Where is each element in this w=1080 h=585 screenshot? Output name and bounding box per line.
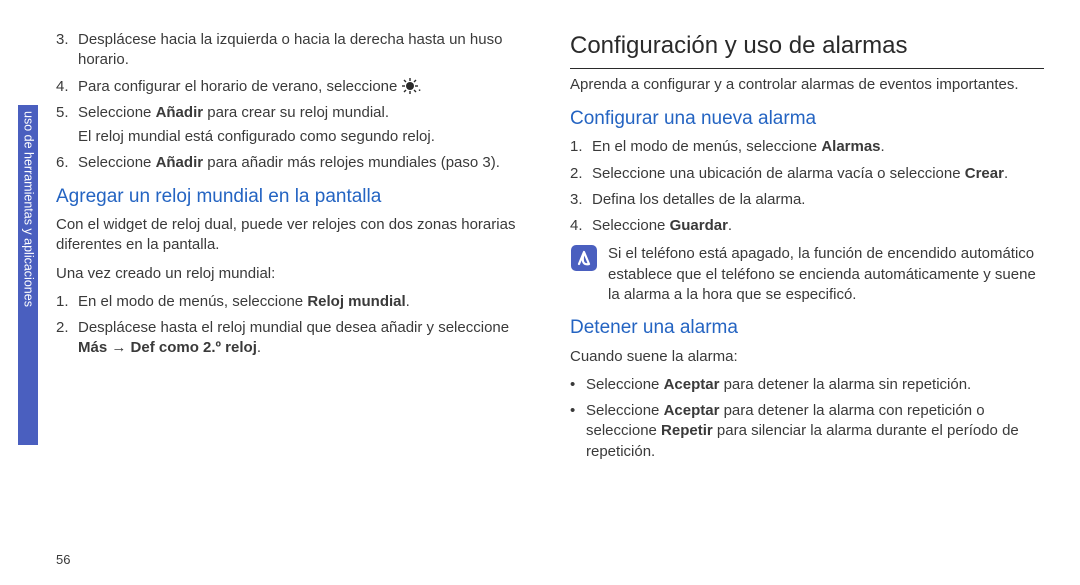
dst-sun-icon bbox=[402, 78, 418, 94]
step-number: 4. bbox=[570, 216, 592, 236]
subheading-add-world-clock: Agregar un reloj mundial en la pantalla bbox=[56, 184, 530, 210]
step-text: En el modo de menús, seleccione Alarmas. bbox=[592, 137, 1044, 157]
step-text: Para configurar el horario de verano, se… bbox=[78, 77, 530, 97]
paragraph-widget-desc: Con el widget de reloj dual, puede ver r… bbox=[56, 215, 530, 256]
bold-mas-def: Más → Def como 2.º reloj bbox=[78, 339, 257, 356]
step-number: 4. bbox=[56, 77, 78, 97]
paragraph-once-created: Una vez creado un reloj mundial: bbox=[56, 264, 530, 284]
sub-step-1: 1. En el modo de menús, seleccione Reloj… bbox=[56, 292, 530, 312]
alarm-step-1: 1. En el modo de menús, seleccione Alarm… bbox=[570, 137, 1044, 157]
step-5-note: El reloj mundial está configurado como s… bbox=[78, 127, 530, 147]
world-clock-steps-continued: 3. Desplácese hacia la izquierda o hacia… bbox=[56, 30, 530, 123]
step-4: 4. Para configurar el horario de verano,… bbox=[56, 77, 530, 97]
step-number: 3. bbox=[56, 30, 78, 71]
subheading-stop-alarm: Detener una alarma bbox=[570, 315, 1044, 341]
step-text-before: Para configurar el horario de verano, se… bbox=[78, 78, 402, 95]
configure-alarm-steps: 1. En el modo de menús, seleccione Alarm… bbox=[570, 137, 1044, 236]
add-world-clock-steps: 1. En el modo de menús, seleccione Reloj… bbox=[56, 292, 530, 359]
alarm-step-3: 3. Defina los detalles de la alarma. bbox=[570, 190, 1044, 210]
alarm-step-2: 2. Seleccione una ubicación de alarma va… bbox=[570, 164, 1044, 184]
step-text: En el modo de menús, seleccione Reloj mu… bbox=[78, 292, 530, 312]
bold-aceptar: Aceptar bbox=[664, 376, 720, 393]
bullet-stop-snooze: Seleccione Aceptar para detener la alarm… bbox=[570, 401, 1044, 462]
bold-anadir: Añadir bbox=[156, 104, 204, 121]
bold-alarmas: Alarmas bbox=[821, 138, 880, 155]
step-text: Seleccione Añadir para añadir más reloje… bbox=[78, 153, 530, 173]
bold-repetir: Repetir bbox=[661, 422, 713, 439]
step-text: Defina los detalles de la alarma. bbox=[592, 190, 1044, 210]
step-number: 1. bbox=[570, 137, 592, 157]
step-text: Desplácese hacia la izquierda o hacia la… bbox=[78, 30, 530, 71]
step-3: 3. Desplácese hacia la izquierda o hacia… bbox=[56, 30, 530, 71]
step-6: 6. Seleccione Añadir para añadir más rel… bbox=[56, 153, 530, 173]
heading-alarms: Configuración y uso de alarmas bbox=[570, 30, 1044, 69]
world-clock-steps-6: 6. Seleccione Añadir para añadir más rel… bbox=[56, 153, 530, 173]
step-text: Seleccione Añadir para crear su reloj mu… bbox=[78, 103, 530, 123]
step-number: 3. bbox=[570, 190, 592, 210]
sub-step-2: 2. Desplácese hasta el reloj mundial que… bbox=[56, 318, 530, 359]
bold-guardar: Guardar bbox=[670, 217, 728, 234]
step-number: 2. bbox=[56, 318, 78, 359]
alarm-step-4: 4. Seleccione Guardar. bbox=[570, 216, 1044, 236]
bold-crear: Crear bbox=[965, 165, 1004, 182]
page-number: 56 bbox=[56, 551, 70, 569]
step-text-after: . bbox=[418, 78, 422, 95]
bold-anadir: Añadir bbox=[156, 154, 204, 171]
alarms-intro: Aprenda a configurar y a controlar alarm… bbox=[570, 75, 1044, 95]
step-text: Seleccione una ubicación de alarma vacía… bbox=[592, 164, 1044, 184]
step-text: Seleccione Guardar. bbox=[592, 216, 1044, 236]
step-number: 6. bbox=[56, 153, 78, 173]
two-column-layout: 3. Desplácese hacia la izquierda o hacia… bbox=[56, 28, 1044, 569]
step-number: 5. bbox=[56, 103, 78, 123]
side-section-tab: uso de herramientas y aplicaciones bbox=[18, 105, 38, 445]
info-note-text: Si el teléfono está apagado, la función … bbox=[608, 244, 1044, 305]
info-note: Si el teléfono está apagado, la función … bbox=[570, 244, 1044, 305]
stop-alarm-bullets: Seleccione Aceptar para detener la alarm… bbox=[570, 375, 1044, 462]
bold-reloj-mundial: Reloj mundial bbox=[307, 293, 405, 310]
bold-aceptar: Aceptar bbox=[664, 402, 720, 419]
step-5: 5. Seleccione Añadir para crear su reloj… bbox=[56, 103, 530, 123]
right-column: Configuración y uso de alarmas Aprenda a… bbox=[570, 28, 1044, 569]
side-section-label: uso de herramientas y aplicaciones bbox=[20, 111, 37, 307]
step-number: 2. bbox=[570, 164, 592, 184]
stop-alarm-intro: Cuando suene la alarma: bbox=[570, 347, 1044, 367]
bullet-stop-no-snooze: Seleccione Aceptar para detener la alarm… bbox=[570, 375, 1044, 395]
subheading-configure-alarm: Configurar una nueva alarma bbox=[570, 106, 1044, 132]
manual-page: uso de herramientas y aplicaciones 3. De… bbox=[0, 0, 1080, 585]
left-column: 3. Desplácese hacia la izquierda o hacia… bbox=[56, 28, 530, 569]
step-number: 1. bbox=[56, 292, 78, 312]
step-text: Desplácese hasta el reloj mundial que de… bbox=[78, 318, 530, 359]
info-note-icon bbox=[570, 244, 598, 272]
